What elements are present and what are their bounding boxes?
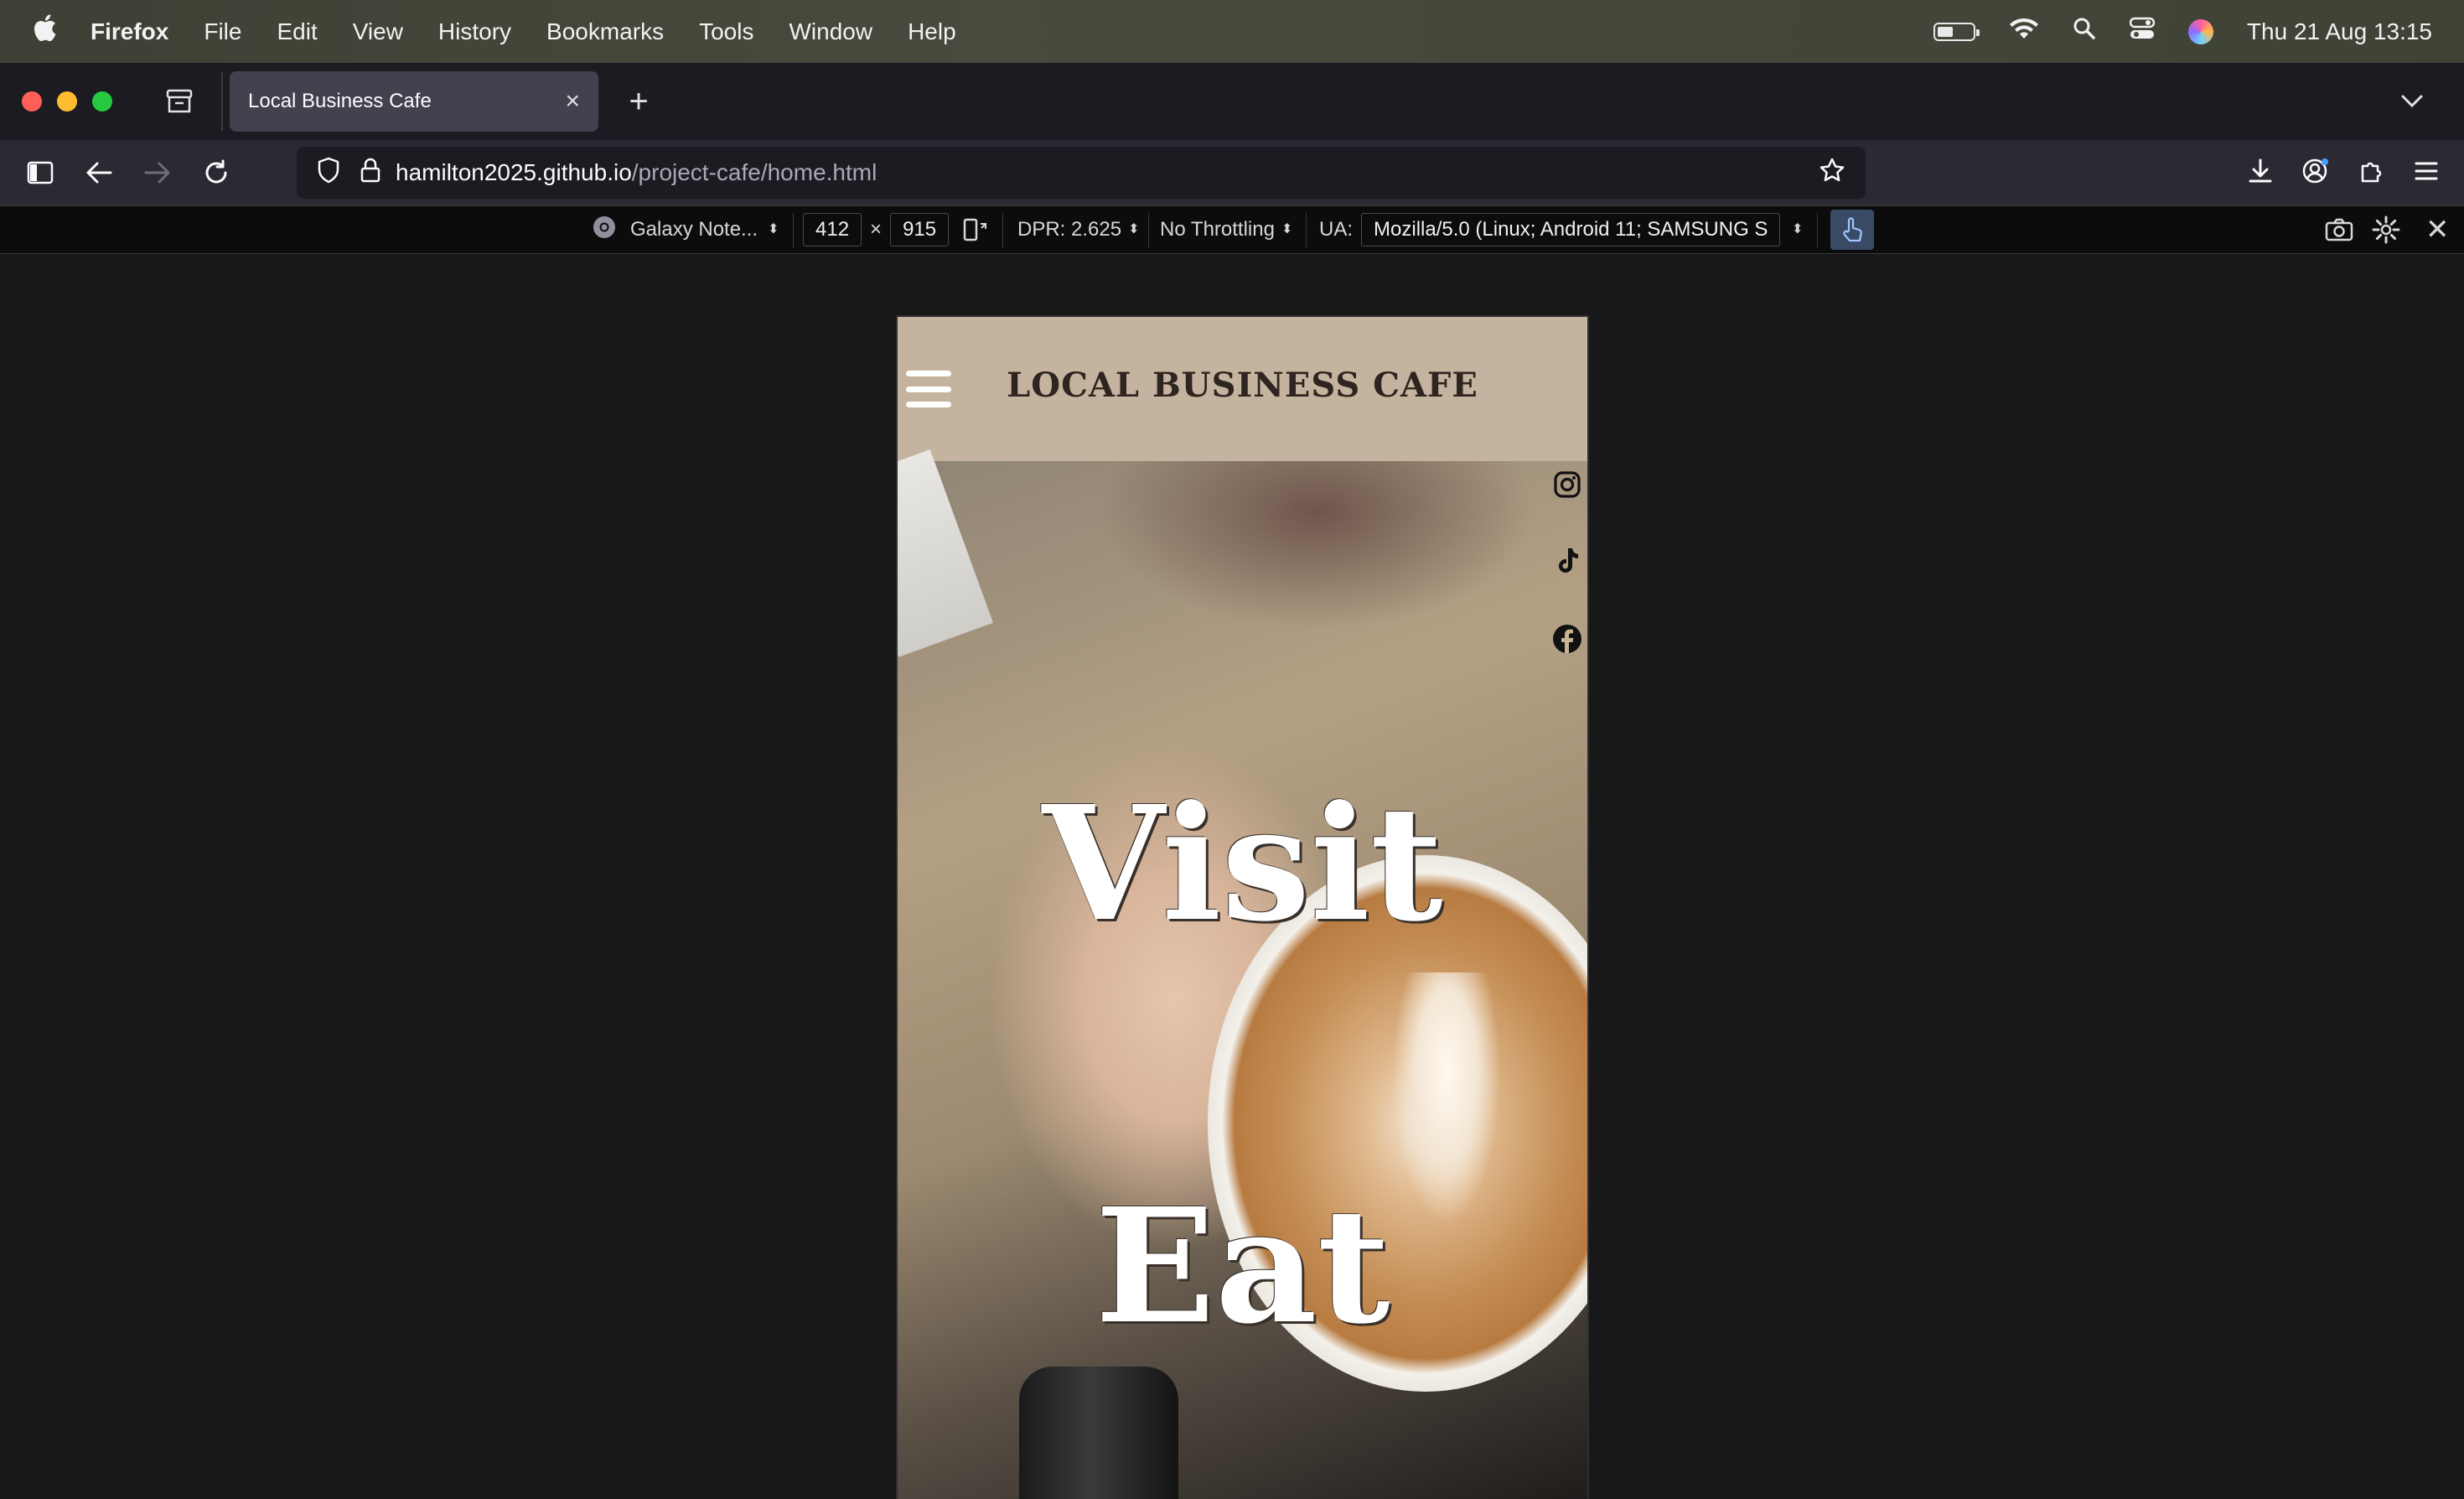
siri-icon[interactable] (2187, 18, 2213, 44)
viewport-size-group: 412 × 915 (803, 206, 950, 253)
responsive-design-toolbar: Galaxy Note... ⬍ 412 × 915 DPR: 2.625 ⬍ … (0, 205, 2464, 254)
tracking-protection-shield-icon[interactable] (317, 157, 340, 189)
back-arrow-icon[interactable] (82, 156, 116, 189)
list-all-tabs-chevron-icon[interactable] (2400, 88, 2424, 115)
coffee-grinder-image (1019, 1367, 1178, 1499)
address-bar[interactable]: hamilton2025.github.io/project-cafe/home… (297, 147, 1866, 199)
minimize-window-button[interactable] (57, 91, 77, 112)
menu-bookmarks[interactable]: Bookmarks (546, 18, 664, 45)
dpr-value: DPR: 2.625 (1017, 218, 1122, 241)
extensions-puzzle-icon[interactable] (2358, 158, 2385, 189)
throttling-selector[interactable]: No Throttling ⬍ (1160, 206, 1292, 253)
control-center-icon[interactable] (2129, 17, 2156, 46)
lock-icon[interactable] (360, 158, 380, 189)
device-viewport: LOCAL BUSINESS CAFE Visit Eat (896, 315, 1589, 1499)
rdm-separator (1002, 213, 1003, 248)
hero-word-eat: Eat (1095, 1174, 1390, 1359)
site-header: LOCAL BUSINESS CAFE (898, 317, 1587, 461)
window-controls (22, 91, 112, 112)
viewport-height-input[interactable]: 915 (890, 213, 950, 246)
new-tab-button[interactable]: + (622, 83, 655, 121)
sidebar-toggle-icon[interactable] (23, 156, 57, 189)
hero-section: Visit Eat (898, 449, 1587, 1499)
wifi-icon[interactable] (2009, 17, 2039, 46)
size-times-sign: × (870, 218, 883, 241)
throttling-chevron-icon: ⬍ (1281, 222, 1293, 236)
close-tab-icon[interactable]: × (565, 87, 580, 116)
menu-history[interactable]: History (438, 18, 511, 45)
device-chevron-icon: ⬍ (768, 222, 779, 236)
settings-gear-icon[interactable] (2372, 206, 2400, 253)
account-icon[interactable] (2301, 157, 2330, 189)
rdm-separator (1148, 213, 1149, 248)
rdm-separator (1817, 213, 1818, 248)
dpr-chevron-icon: ⬍ (1128, 222, 1140, 236)
bookmark-star-icon[interactable] (1819, 157, 1845, 189)
ua-chevron-icon[interactable]: ⬍ (1792, 223, 1803, 236)
reload-icon[interactable] (199, 156, 233, 189)
tab-strip-divider (221, 72, 223, 131)
viewport-width-input[interactable]: 412 (803, 213, 862, 246)
menu-app-name[interactable]: Firefox (91, 18, 168, 45)
menu-file[interactable]: File (204, 18, 241, 45)
instagram-icon[interactable] (1550, 468, 1584, 501)
apple-menu-icon[interactable] (32, 13, 57, 49)
rdm-separator (1306, 213, 1307, 248)
dpr-selector[interactable]: DPR: 2.625 ⬍ (1017, 206, 1139, 253)
firefox-view-icon[interactable] (163, 85, 196, 118)
rdm-separator (793, 213, 794, 248)
close-rdm-icon[interactable]: ✕ (2425, 206, 2450, 253)
tab-local-business-cafe[interactable]: Local Business Cafe × (230, 71, 598, 132)
throttling-value: No Throttling (1160, 218, 1275, 241)
forward-arrow-icon[interactable] (141, 156, 174, 189)
battery-icon[interactable] (1933, 22, 1980, 41)
device-selector[interactable]: Galaxy Note... ⬍ (592, 206, 779, 253)
close-window-button[interactable] (22, 91, 42, 112)
device-name: Galaxy Note... (630, 218, 758, 241)
screenshot-camera-icon[interactable] (2325, 206, 2353, 253)
facebook-icon[interactable] (1550, 622, 1584, 656)
macos-menubar: Firefox File Edit View History Bookmarks… (0, 0, 2464, 63)
tab-title: Local Business Cafe (248, 90, 432, 112)
hero-word-visit: Visit (1042, 771, 1443, 957)
touch-simulation-wrapper (1830, 206, 1874, 253)
app-menu-hamburger-icon[interactable] (2414, 161, 2439, 185)
ua-label: UA: (1319, 218, 1354, 241)
menu-edit[interactable]: Edit (277, 18, 317, 45)
user-agent-group: UA: Mozilla/5.0 (Linux; Android 11; SAMS… (1319, 206, 1803, 253)
menu-help[interactable]: Help (908, 18, 956, 45)
tab-strip: Local Business Cafe × + (0, 63, 2464, 140)
rotate-viewport-icon[interactable] (962, 206, 991, 253)
user-agent-input[interactable]: Mozilla/5.0 (Linux; Android 11; SAMSUNG … (1361, 213, 1781, 246)
viewport-area: LOCAL BUSINESS CAFE Visit Eat (0, 254, 2464, 1499)
menu-view[interactable]: View (353, 18, 403, 45)
tiktok-icon[interactable] (1550, 545, 1584, 578)
downloads-icon[interactable] (2248, 158, 2273, 189)
zoom-window-button[interactable] (92, 91, 112, 112)
hero-photo-sleeve (898, 449, 994, 657)
menu-tools[interactable]: Tools (699, 18, 753, 45)
url-path: /project-cafe/home.html (631, 159, 877, 185)
touch-simulation-icon[interactable] (1830, 210, 1874, 250)
url-host: hamilton2025.github.io (396, 159, 632, 185)
spotlight-search-icon[interactable] (2073, 17, 2096, 46)
chrome-browser-icon (592, 215, 617, 246)
menubar-clock[interactable]: Thu 21 Aug 13:15 (2247, 18, 2432, 45)
menu-window[interactable]: Window (789, 18, 872, 45)
navigation-toolbar: hamilton2025.github.io/project-cafe/home… (0, 140, 2464, 205)
site-title[interactable]: LOCAL BUSINESS CAFE (898, 366, 1587, 405)
